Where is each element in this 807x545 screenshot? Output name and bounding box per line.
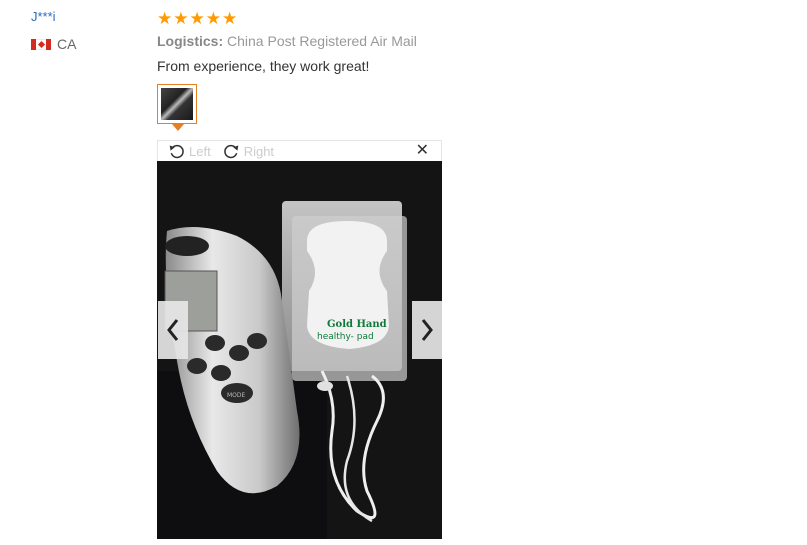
chevron-right-icon [421,319,433,341]
reviewer-name[interactable]: J***i [31,9,56,24]
star-icon: ★ [222,9,238,28]
star-icon: ★ [173,9,189,28]
pad-label-line1: Gold Hand [327,319,387,330]
device-mode-label: MODE [227,392,246,399]
review-photo: Gold Hand healthy- pad MODE [157,161,442,539]
canada-flag-icon [31,38,51,50]
rotate-left-label: Left [189,143,211,159]
star-rating: ★ ★ ★ ★ ★ [157,10,237,27]
reviewer-country: CA [31,36,76,52]
chevron-left-icon [167,319,179,341]
rotate-right-button[interactable]: Right [223,143,274,160]
logistics-label: Logistics: [157,33,224,49]
close-viewer-button[interactable]: ✕ [416,143,429,159]
star-icon: ★ [205,9,221,28]
rotate-right-label: Right [243,143,275,159]
pad-label-line2: healthy- pad [317,332,374,342]
review-photo-thumbnail[interactable] [157,84,197,124]
thumbnail-image [161,88,193,120]
star-icon: ★ [189,9,205,28]
next-image-button[interactable] [412,301,442,359]
previous-image-button[interactable] [158,301,188,359]
rotate-left-icon [169,144,184,158]
review-text: From experience, they work great! [157,58,370,74]
image-viewer-toolbar: Left Right ✕ [157,140,442,161]
rotate-right-icon [223,144,238,158]
country-code: CA [57,36,77,52]
logistics-value: China Post Registered Air Mail [227,33,417,49]
logistics-info: Logistics: China Post Registered Air Mai… [157,33,417,49]
photo-illustration: Gold Hand healthy- pad MODE [157,161,442,539]
star-icon: ★ [157,9,173,28]
rotate-left-button[interactable]: Left [168,143,211,160]
thumbnail-caret [172,124,184,131]
